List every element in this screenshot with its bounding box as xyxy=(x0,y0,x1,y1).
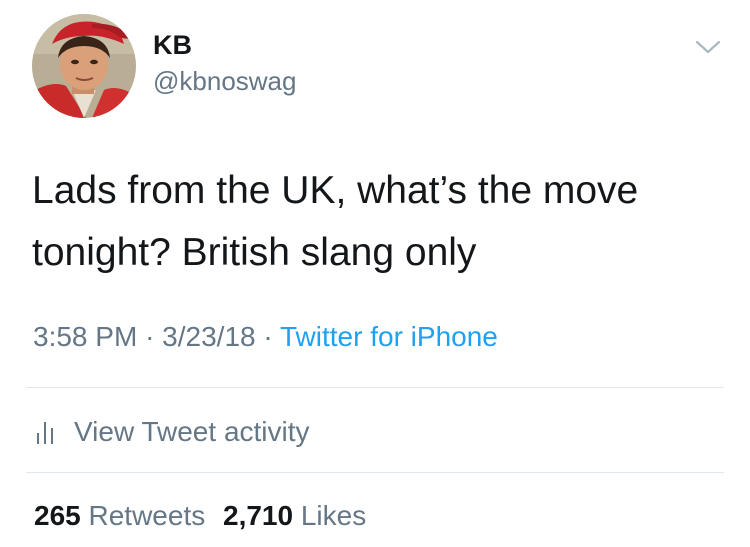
meta-separator: · xyxy=(145,321,155,352)
author-display-name[interactable]: KB xyxy=(153,30,192,61)
view-tweet-activity-label: View Tweet activity xyxy=(74,416,310,447)
bar-chart-icon xyxy=(37,422,53,444)
tweet-time: 3:58 PM xyxy=(33,321,138,352)
avatar[interactable] xyxy=(32,14,136,118)
chevron-down-icon[interactable] xyxy=(694,36,722,58)
likes-label: Likes xyxy=(300,500,367,531)
meta-separator: · xyxy=(263,321,273,352)
avatar-image xyxy=(32,14,136,118)
tweet-text: Lads from the UK, what’s the move tonigh… xyxy=(32,169,639,274)
divider xyxy=(26,472,724,473)
likes-count: 2,710 xyxy=(223,500,294,531)
likes-stat[interactable]: 2,710 Likes xyxy=(223,500,366,531)
retweets-stat[interactable]: 265 Retweets xyxy=(34,500,213,531)
view-tweet-activity-button[interactable]: View Tweet activity xyxy=(34,411,310,453)
retweets-count: 265 xyxy=(34,500,81,531)
tweet-meta: 3:58 PM · 3/23/18 · Twitter for iPhone xyxy=(33,321,498,353)
tweet-date: 3/23/18 xyxy=(162,321,256,352)
tweet-source-link[interactable]: Twitter for iPhone xyxy=(280,321,498,352)
author-handle[interactable]: @kbnoswag xyxy=(153,66,296,97)
retweets-label: Retweets xyxy=(88,500,206,531)
tweet-stats: 265 Retweets 2,710 Likes xyxy=(34,500,366,532)
divider xyxy=(26,387,724,388)
